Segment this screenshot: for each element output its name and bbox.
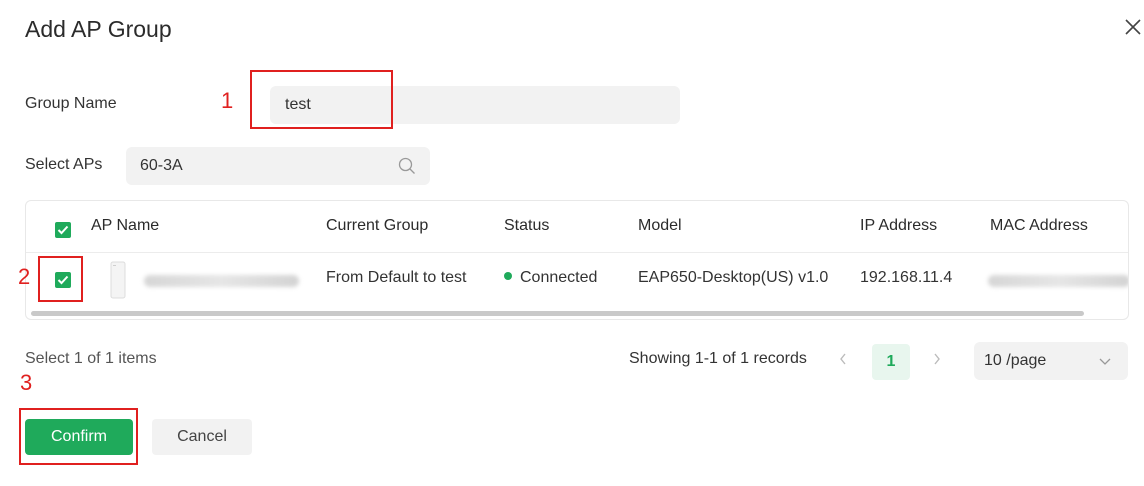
cell-current-group: From Default to test (326, 269, 467, 286)
ap-table: AP Name Current Group Status Model IP Ad… (25, 200, 1129, 320)
col-model[interactable]: Model (638, 217, 682, 235)
close-icon[interactable] (1122, 16, 1144, 38)
select-all-checkbox[interactable] (55, 222, 71, 238)
prev-page-chevron-icon[interactable] (838, 351, 848, 372)
records-summary: Showing 1-1 of 1 records (629, 350, 807, 367)
ap-name-redacted (144, 275, 299, 287)
annotation-box-2 (38, 256, 83, 302)
horizontal-scrollbar[interactable] (31, 311, 1084, 316)
search-field[interactable] (126, 147, 430, 185)
annotation-number-1: 1 (221, 88, 234, 113)
status-dot (504, 272, 512, 280)
col-ap-name[interactable]: AP Name (91, 217, 159, 235)
page-size-select[interactable]: 10 /page (974, 342, 1128, 380)
col-ip-address[interactable]: IP Address (860, 217, 937, 235)
mac-address-redacted (988, 275, 1128, 287)
selection-summary: Select 1 of 1 items (25, 350, 157, 367)
search-icon[interactable] (398, 157, 416, 180)
page-size-value: 10 /page (984, 352, 1047, 369)
annotation-box-3 (19, 408, 138, 465)
ap-device-icon (105, 261, 131, 299)
group-name-label: Group Name (25, 95, 117, 112)
annotation-number-2: 2 (18, 264, 31, 289)
table-header: AP Name Current Group Status Model IP Ad… (26, 201, 1128, 253)
search-input[interactable] (140, 157, 380, 175)
page-1-button[interactable]: 1 (872, 344, 910, 380)
cell-ip-address: 192.168.11.4 (860, 269, 953, 286)
cancel-button[interactable]: Cancel (152, 419, 252, 455)
annotation-number-3: 3 (20, 370, 33, 395)
col-mac-address[interactable]: MAC Address (990, 217, 1088, 235)
next-page-chevron-icon[interactable] (932, 351, 942, 372)
status-text: Connected (520, 269, 598, 286)
chevron-down-icon (1098, 354, 1112, 373)
annotation-box-1 (250, 70, 393, 129)
dialog-title: Add AP Group (25, 16, 172, 42)
col-current-group[interactable]: Current Group (326, 217, 428, 235)
cell-status: Connected (504, 269, 597, 287)
col-status[interactable]: Status (504, 217, 549, 235)
select-aps-label: Select APs (25, 156, 103, 173)
cell-model: EAP650-Desktop(US) v1.0 (638, 269, 829, 286)
